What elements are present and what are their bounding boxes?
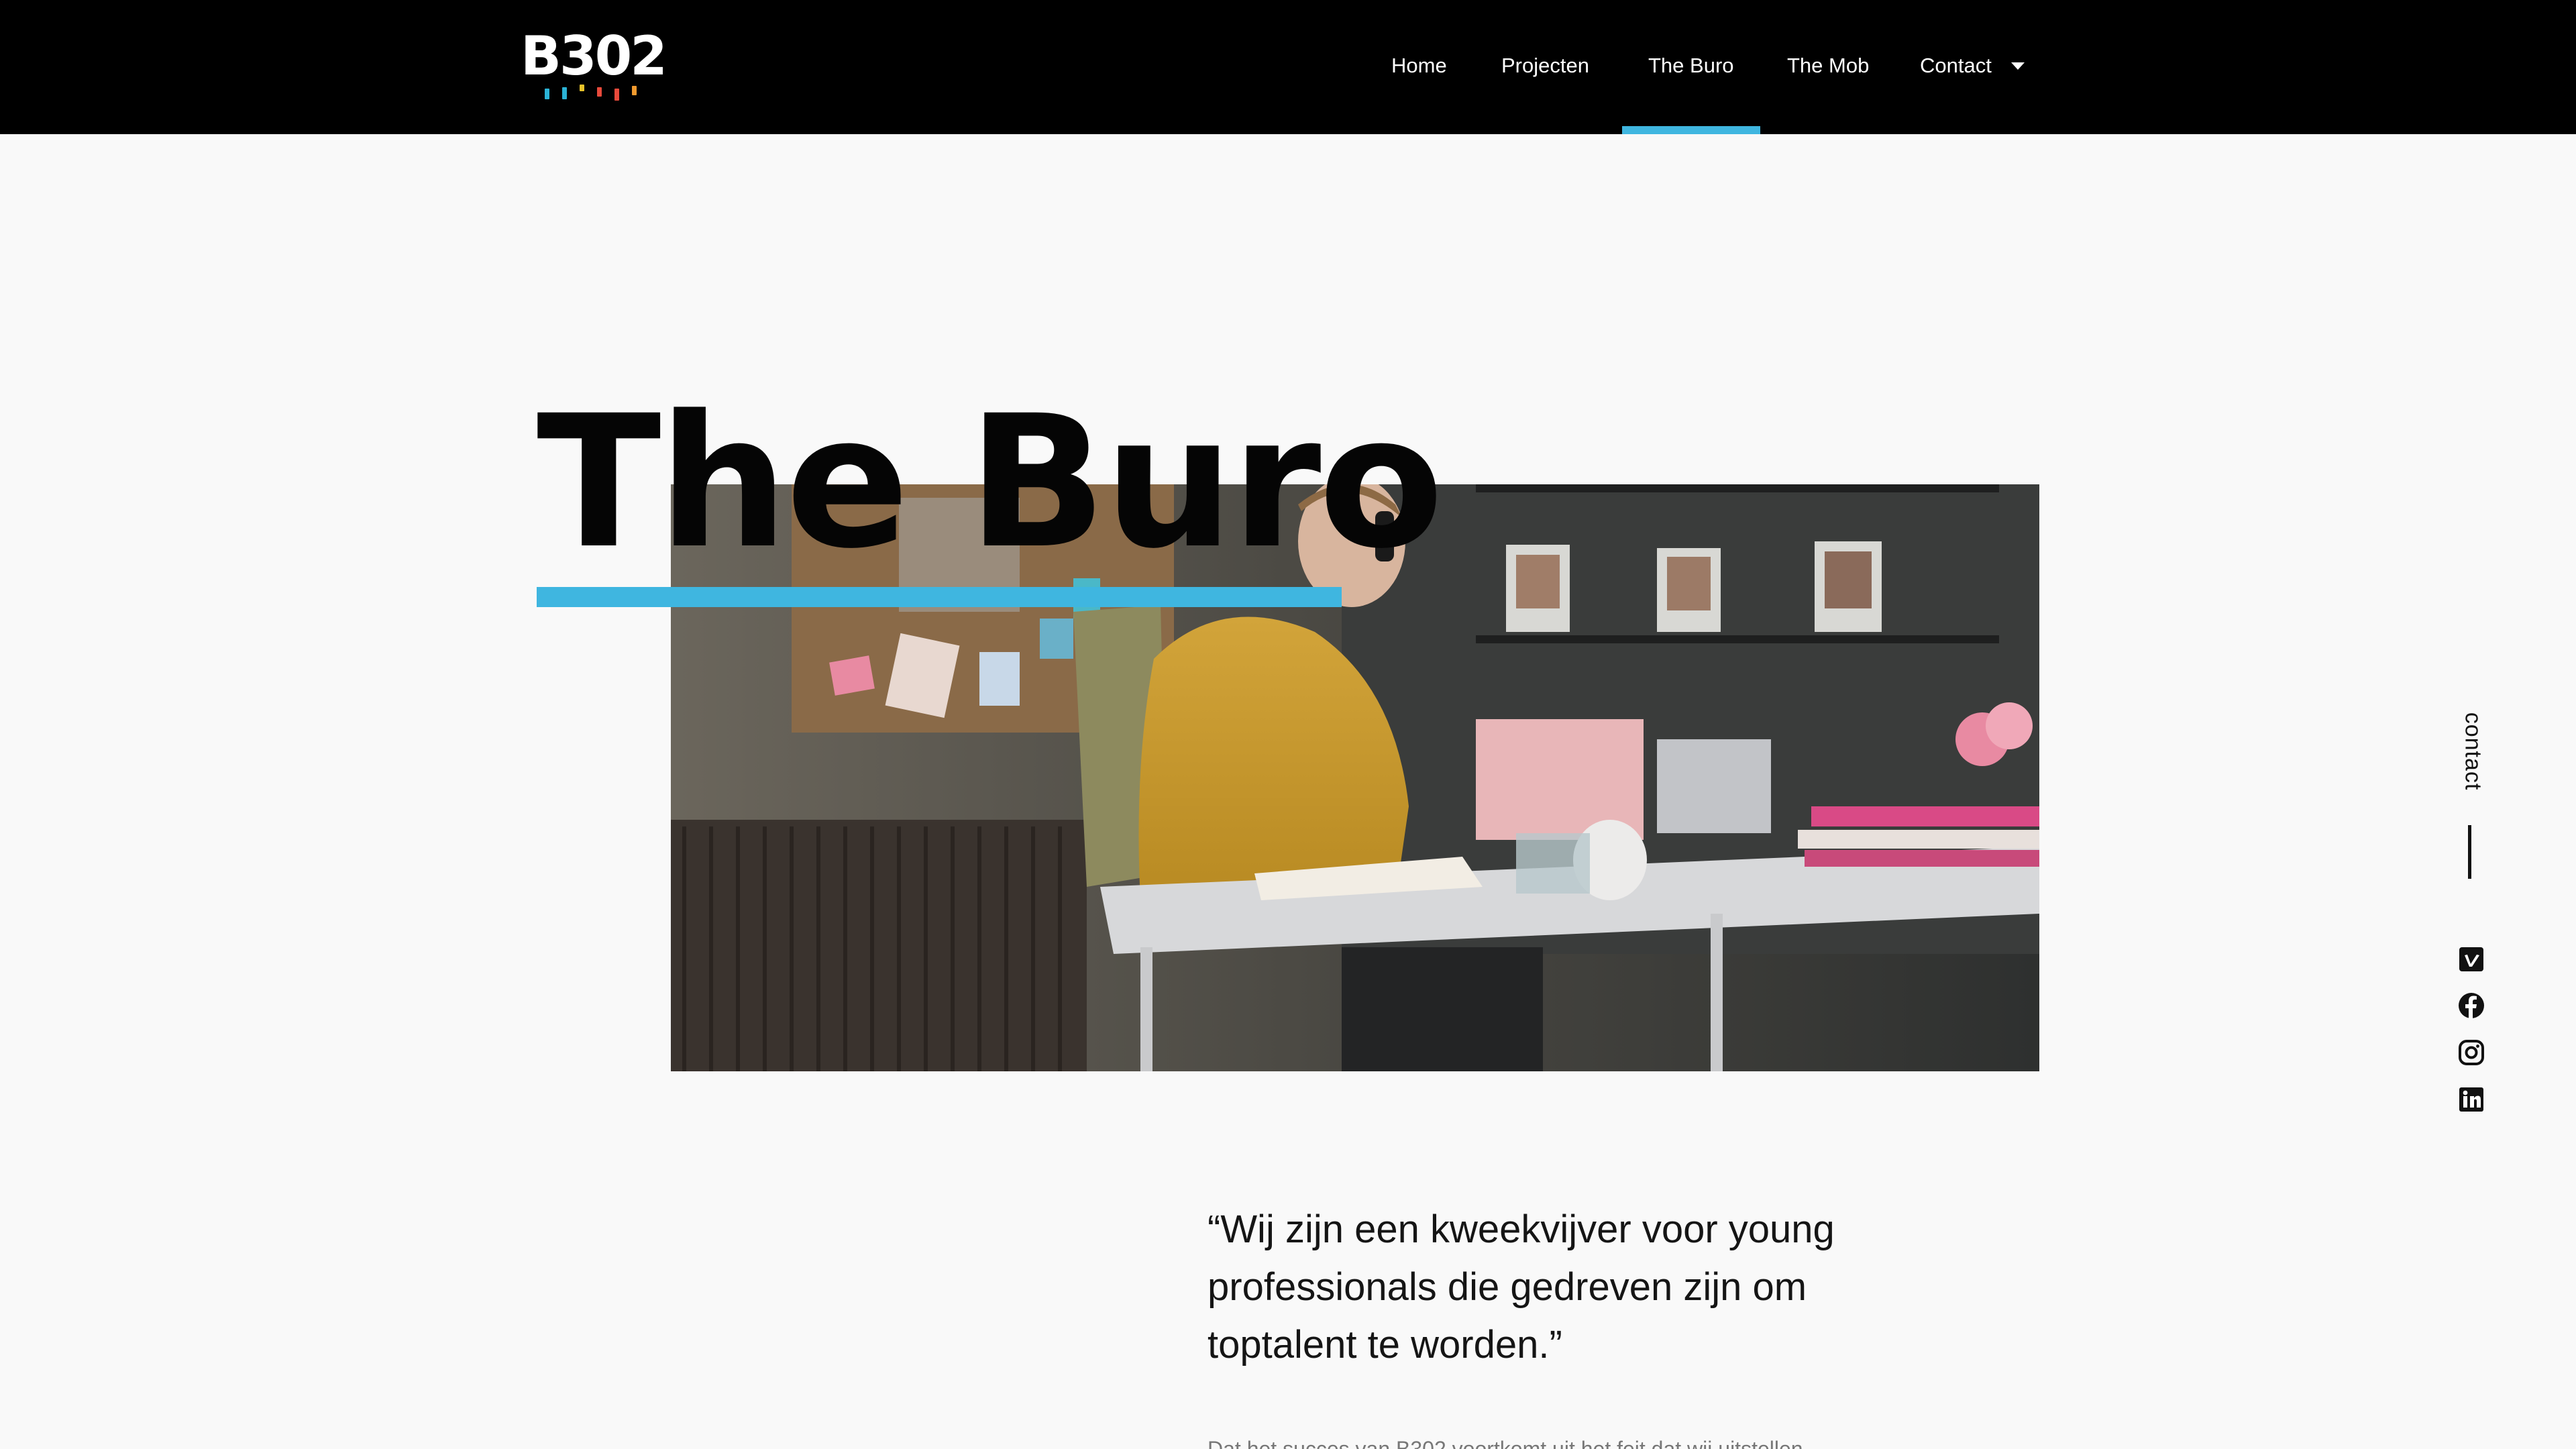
side-contact-link[interactable]: contact [2449,704,2496,798]
linkedin-icon[interactable] [2458,1086,2485,1113]
instagram-icon[interactable] [2458,1039,2485,1066]
page-title: The Buro [537,377,1444,589]
logo-bar [632,86,637,95]
logo-bar [562,87,567,99]
vimeo-icon[interactable] [2458,946,2485,973]
side-contact-label: contact [2460,712,2486,791]
side-divider [2468,825,2471,879]
b302-logo[interactable]: B302 [521,30,667,105]
nav-projecten[interactable]: Projecten [1501,52,1589,79]
hero-title-block: The Buro [537,382,1444,607]
facebook-icon[interactable] [2458,992,2485,1019]
logo-bar [580,85,584,91]
intro-body-text: Dat het succes van B302 voortkomt uit he… [1208,1437,1803,1449]
logo-color-bars [545,85,645,105]
logo-bar [597,87,602,97]
site-header: B302 Home Projecten The Buro The Mob Con… [0,0,2576,134]
logo-bar [614,89,619,101]
chevron-down-icon[interactable] [2011,62,2025,70]
title-underline [537,587,1342,607]
logo-bar [545,89,549,99]
nav-active-indicator [1622,126,1760,134]
nav-contact[interactable]: Contact [1920,52,1992,79]
nav-the-buro[interactable]: The Buro [1648,52,1734,79]
logo-wordmark: B302 [521,25,667,87]
nav-the-mob[interactable]: The Mob [1787,52,1869,79]
intro-quote: “Wij zijn een kweekvijver voor young pro… [1208,1208,1835,1366]
nav-home[interactable]: Home [1391,52,1447,79]
